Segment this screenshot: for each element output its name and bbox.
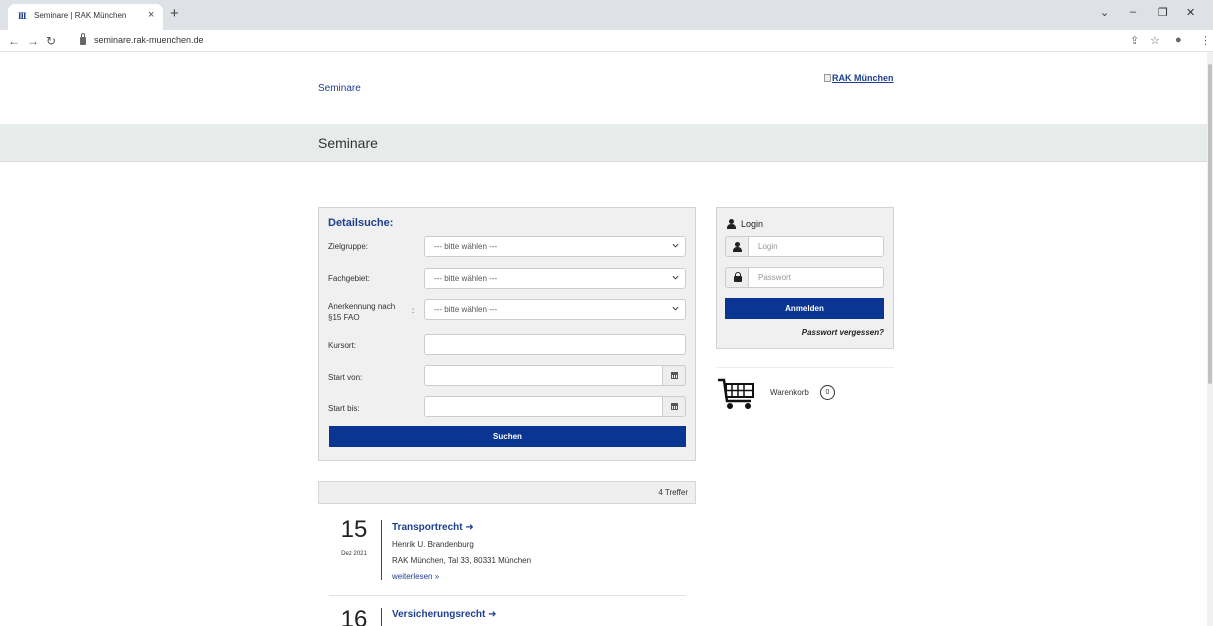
calendar-icon bbox=[671, 372, 678, 379]
address-bar: ← → ↻ seminare.rak-muenchen.de ⇪ ☆ ● ⋮ bbox=[0, 30, 1213, 52]
restore-window-icon[interactable]: ❐ bbox=[1158, 6, 1168, 19]
results-bar: 4 Treffer bbox=[318, 481, 696, 504]
zielgruppe-select[interactable]: --- bitte wählen --- bbox=[424, 236, 686, 257]
new-tab-button[interactable]: + bbox=[170, 5, 179, 22]
tab-search-chevron-icon[interactable]: ⌄ bbox=[1100, 6, 1109, 19]
fachgebiet-select[interactable]: --- bitte wählen --- bbox=[424, 268, 686, 289]
username-addon bbox=[725, 236, 749, 257]
profile-icon[interactable]: ● bbox=[1175, 34, 1182, 46]
url-field[interactable]: seminare.rak-muenchen.de bbox=[94, 35, 204, 45]
browser-tab-bar: III Seminare | RAK München × + ⌄ – ❐ ✕ bbox=[0, 0, 1213, 30]
event-day: 15 bbox=[340, 516, 368, 543]
start-von-input[interactable] bbox=[424, 365, 686, 386]
anerkennung-label-line1: Anerkennung nach bbox=[328, 302, 396, 311]
kursort-label: Kursort: bbox=[328, 341, 357, 350]
results-count: 4 Treffer bbox=[658, 488, 688, 497]
lock-icon bbox=[734, 272, 742, 282]
tab-title: Seminare | RAK München bbox=[34, 11, 127, 20]
event-divider bbox=[381, 608, 382, 626]
cart-separator bbox=[716, 367, 894, 368]
event-read-more-link[interactable]: weiterlesen » bbox=[392, 572, 439, 581]
calendar-icon bbox=[671, 403, 678, 410]
username-input[interactable]: Login bbox=[749, 236, 884, 257]
event-location: RAK München, Tal 33, 80331 München bbox=[392, 556, 532, 565]
start-bis-label: Start bis: bbox=[328, 404, 360, 413]
broken-image-icon bbox=[824, 74, 831, 82]
page-scrollbar-thumb[interactable] bbox=[1208, 64, 1212, 384]
event-speaker: Henrik U. Brandenburg bbox=[392, 540, 474, 549]
user-icon bbox=[733, 242, 742, 252]
start-bis-input[interactable] bbox=[424, 396, 686, 417]
close-tab-icon[interactable]: × bbox=[148, 9, 154, 21]
password-input[interactable]: Passwort bbox=[749, 267, 884, 288]
start-von-label: Start von: bbox=[328, 373, 363, 382]
zielgruppe-label: Zielgruppe: bbox=[328, 242, 369, 251]
fachgebiet-value: --- bitte wählen --- bbox=[434, 274, 498, 283]
bookmark-star-icon[interactable]: ☆ bbox=[1150, 34, 1160, 47]
event-separator bbox=[329, 595, 686, 596]
zielgruppe-value: --- bitte wählen --- bbox=[434, 242, 498, 251]
user-icon bbox=[727, 219, 736, 229]
fachgebiet-label: Fachgebiet: bbox=[328, 274, 370, 283]
reload-icon[interactable]: ↻ bbox=[46, 34, 56, 48]
secure-lock-icon[interactable] bbox=[80, 33, 86, 45]
minimize-window-icon[interactable]: – bbox=[1130, 6, 1136, 18]
start-bis-calendar-button[interactable] bbox=[662, 396, 686, 417]
search-button[interactable]: Suchen bbox=[329, 426, 686, 447]
page-title-band bbox=[0, 124, 1207, 162]
event-title-link[interactable]: Transportrecht ➜ bbox=[392, 522, 474, 533]
page-title: Seminare bbox=[318, 135, 378, 151]
share-icon[interactable]: ⇪ bbox=[1130, 34, 1139, 47]
anerkennung-value: --- bitte wählen --- bbox=[434, 305, 498, 314]
logo-alt-text: RAK München bbox=[832, 73, 894, 83]
login-title: Login bbox=[741, 219, 764, 229]
anerkennung-select[interactable]: --- bitte wählen --- bbox=[424, 299, 686, 320]
back-arrow-icon[interactable]: ← bbox=[8, 34, 20, 48]
browser-tab[interactable]: III Seminare | RAK München × bbox=[8, 4, 163, 30]
event-title-link[interactable]: Versicherungsrecht ➜ bbox=[392, 609, 497, 620]
rak-favicon-icon: III bbox=[18, 11, 26, 21]
kursort-input[interactable] bbox=[424, 334, 686, 355]
chevron-down-icon bbox=[672, 306, 679, 311]
rak-logo-link[interactable]: RAK München bbox=[824, 73, 894, 83]
anerkennung-colon: : bbox=[412, 306, 415, 315]
event-divider bbox=[381, 520, 382, 580]
close-window-icon[interactable]: ✕ bbox=[1186, 6, 1195, 19]
login-button[interactable]: Anmelden bbox=[725, 298, 884, 319]
cart-count-badge: 0 bbox=[820, 385, 835, 400]
anerkennung-label-line2: §15 FAO bbox=[328, 313, 360, 322]
browser-menu-icon[interactable]: ⋮ bbox=[1200, 34, 1211, 47]
shopping-cart-icon[interactable] bbox=[717, 377, 757, 411]
detail-search-title: Detailsuche: bbox=[328, 217, 394, 229]
forward-arrow-icon[interactable]: → bbox=[27, 34, 39, 48]
event-day: 16 bbox=[340, 606, 368, 626]
cart-label[interactable]: Warenkorb bbox=[770, 388, 809, 397]
username-placeholder: Login bbox=[758, 242, 778, 251]
forgot-password-link[interactable]: Passwort vergessen? bbox=[802, 328, 884, 337]
nav-seminare-link[interactable]: Seminare bbox=[318, 83, 361, 94]
start-von-calendar-button[interactable] bbox=[662, 365, 686, 386]
chevron-down-icon bbox=[672, 243, 679, 248]
password-addon bbox=[725, 267, 749, 288]
password-placeholder: Passwort bbox=[758, 273, 791, 282]
chevron-down-icon bbox=[672, 275, 679, 280]
event-month: Dez 2021 bbox=[341, 551, 367, 557]
